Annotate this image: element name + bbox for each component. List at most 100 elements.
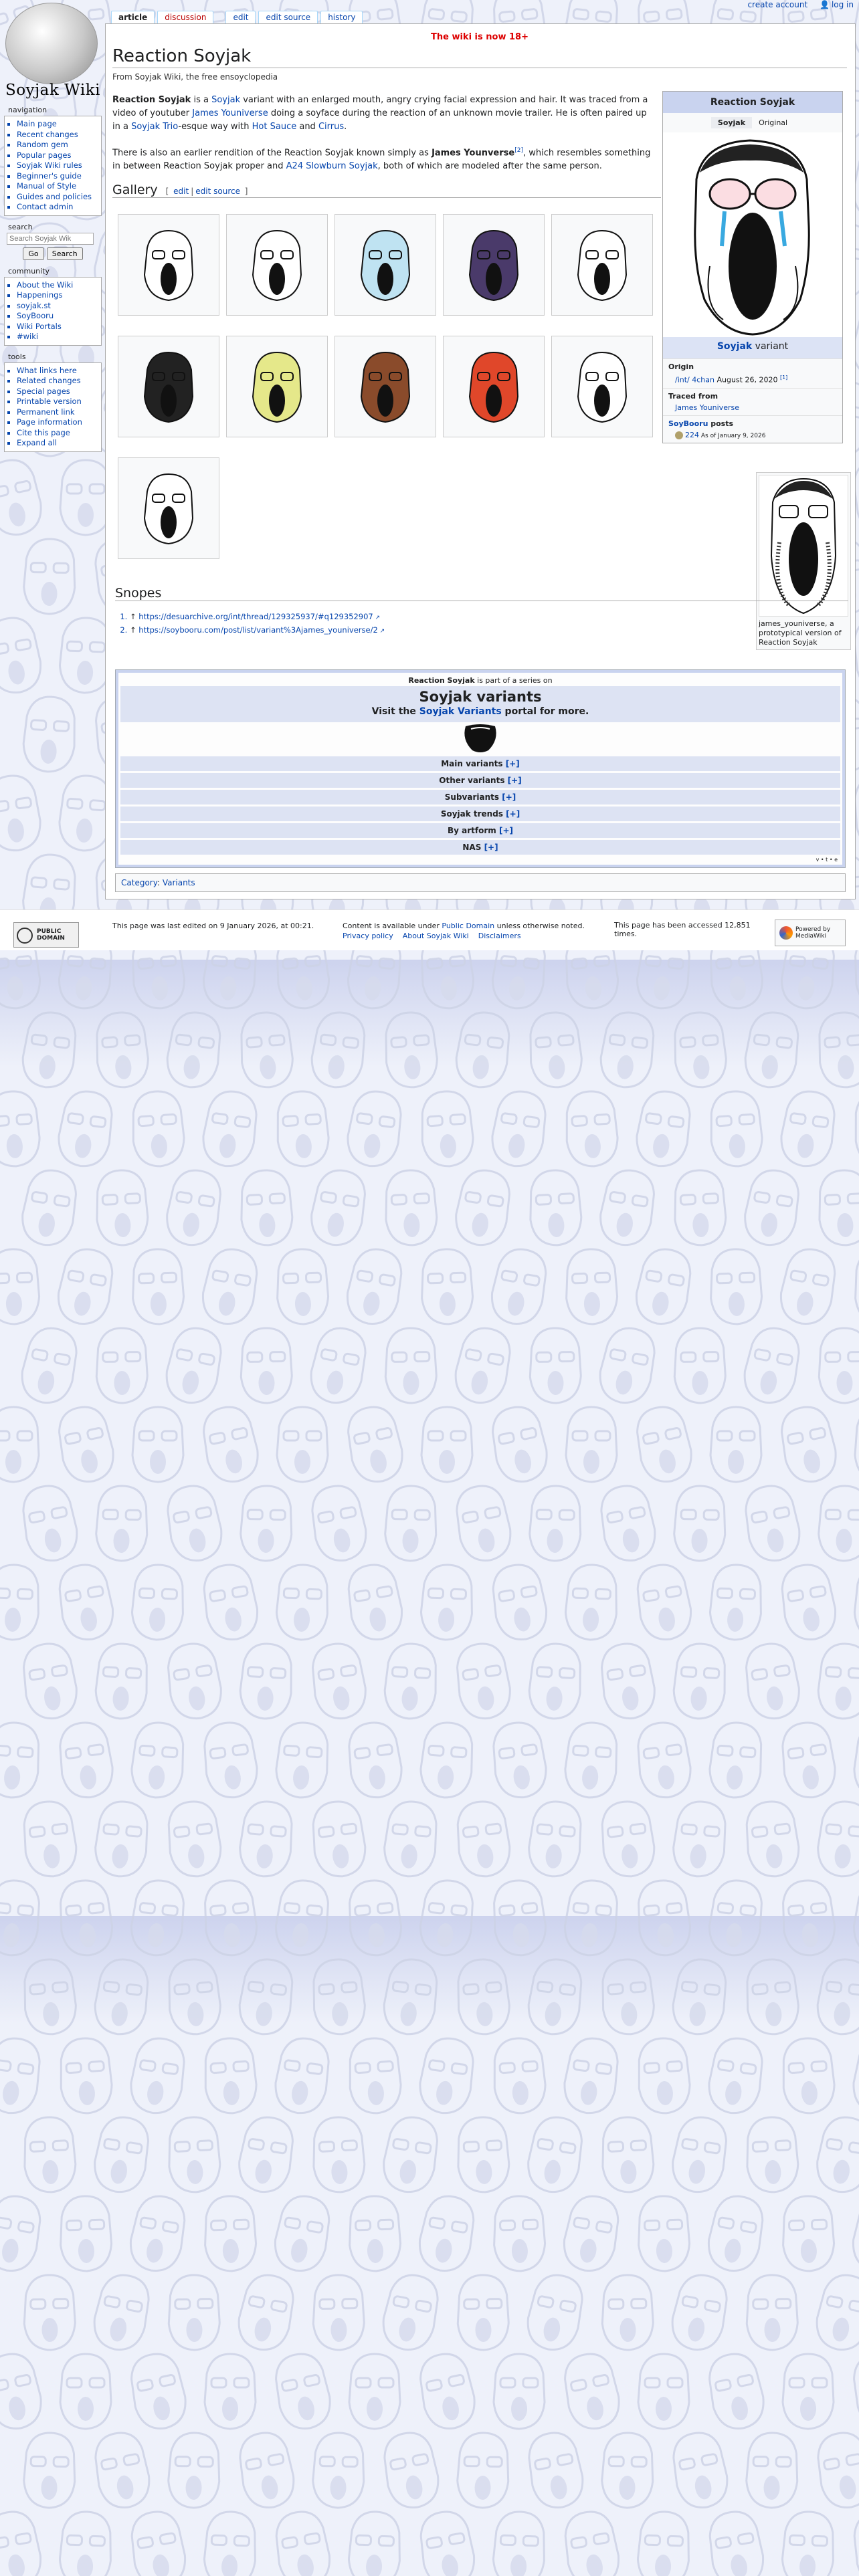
sidebar-tools-item[interactable]: Special pages [17,387,97,397]
gallery-soyjak-image [360,351,411,423]
reference-url[interactable]: https://soybooru.com/post/list/variant%3… [138,625,377,635]
gallery-item[interactable] [335,214,436,316]
public-domain-link[interactable]: Public Domain [442,922,494,930]
origin-date: August 26, 2020 [714,375,780,385]
gallery-item[interactable] [443,336,545,437]
caret-up-icon[interactable]: ↑ [130,625,138,635]
category-variants-link[interactable]: Variants [163,878,195,887]
sidebar-navigation-item[interactable]: Manual of Style [17,181,97,192]
sidebar-community-item[interactable]: Happenings [17,290,97,301]
james-youniverse-link[interactable]: James Youniverse [192,108,268,118]
tab-discussion[interactable]: discussion [157,11,214,23]
sidebar-tools-item[interactable]: Printable version [17,397,97,407]
license-a: Content is available under [343,922,442,930]
soyjak-trio-link[interactable]: Soyjak Trio [131,122,178,132]
reference-url[interactable]: https://desuarchive.org/int/thread/12932… [138,612,373,621]
sidebar-tools-item[interactable]: Expand all [17,438,97,449]
tab-edit[interactable]: edit [225,11,256,23]
soyjak-variants-portal-link[interactable]: Soyjak Variants [419,706,502,717]
sidebar-community-item[interactable]: SoyBooru [17,311,97,322]
edit-source-link[interactable]: edit source [195,187,240,196]
category-links: Category: Variants [115,873,846,892]
sidebar-navigation-item[interactable]: Beginner's guide [17,171,97,182]
navbox-series-line: Reaction Soyjak is part of a series on [120,675,840,686]
soyjak-link[interactable]: Soyjak [211,95,240,105]
gallery-item[interactable] [551,214,653,316]
expand-toggle[interactable]: [+] [502,792,516,802]
gallery-item[interactable] [551,336,653,437]
gallery-item[interactable] [335,336,436,437]
navbox-row[interactable]: Other variants [+] [120,773,840,788]
tab-edit-source[interactable]: edit source [258,11,318,23]
mediawiki-badge[interactable]: Powered by MediaWiki [775,920,846,946]
navbox-row[interactable]: Main variants [+] [120,756,840,771]
gallery-item[interactable] [226,214,328,316]
origin-site-link[interactable]: /int/ 4chan [675,376,714,385]
navbox-row[interactable]: Soyjak trends [+] [120,807,840,821]
navbox-row[interactable]: Subvariants [+] [120,790,840,804]
license-text: Content is available under Public Domain… [343,921,597,941]
create-account-link[interactable]: create account [747,0,807,9]
infobox-image[interactable] [663,132,842,337]
expand-toggle[interactable]: [+] [508,776,522,785]
public-domain-badge[interactable]: PUBLIC DOMAIN [13,922,79,948]
tab-history[interactable]: history [320,11,363,23]
soybooru-link[interactable]: SoyBooru [668,419,708,428]
search-button[interactable]: Search [46,247,83,260]
sidebar-navigation-item[interactable]: Guides and policies [17,192,97,203]
gallery-item[interactable] [118,336,219,437]
sidebar-tools-item[interactable]: What links here [17,366,97,377]
edit-link[interactable]: edit [173,187,189,196]
search-input[interactable] [7,232,94,245]
caret-up-icon[interactable]: ↑ [130,612,138,621]
go-button[interactable]: Go [23,247,44,260]
navbox-row[interactable]: NAS [+] [120,840,840,855]
gallery-item[interactable] [226,336,328,437]
gallery-item[interactable] [118,457,219,559]
navbox-row[interactable]: By artform [+] [120,823,840,838]
sidebar-navigation-item[interactable]: Main page [17,119,97,130]
cirrus-link[interactable]: Cirrus [318,122,344,132]
gallery-item[interactable] [443,214,545,316]
disclaimers-link[interactable]: Disclaimers [478,932,521,940]
reference-link[interactable]: [2] [514,147,523,154]
category-label-link[interactable]: Category [121,878,157,887]
tab-soyjak[interactable]: Soyjak [710,117,753,128]
sidebar-community-item[interactable]: soyjak.st [17,301,97,312]
sidebar-community-item[interactable]: Wiki Portals [17,322,97,332]
site-logo[interactable]: Soyjak Wiki [3,3,100,100]
tab-original[interactable]: Original [752,117,794,128]
about-link[interactable]: About Soyjak Wiki [403,932,469,940]
visit-text: Visit the [371,706,419,717]
origin-ref[interactable]: [1] [780,374,787,381]
expand-toggle[interactable]: [+] [499,826,513,835]
tab-article[interactable]: article [111,11,155,24]
vte-links[interactable]: v • t • e [120,855,840,863]
sidebar-tools-item[interactable]: Cite this page [17,428,97,439]
sidebar-navigation-item[interactable]: Popular pages [17,150,97,161]
sidebar-navigation-item[interactable]: Soyjak Wiki rules [17,160,97,171]
tools-heading: tools [8,352,26,361]
sidebar-community-item[interactable]: #wiki [17,332,97,342]
expand-toggle[interactable]: [+] [484,843,498,852]
sidebar-tools-item[interactable]: Page information [17,417,97,428]
sidebar-tools-item[interactable]: Permanent link [17,407,97,418]
privacy-policy-link[interactable]: Privacy policy [343,932,393,940]
sidebar-navigation-item[interactable]: Recent changes [17,130,97,140]
sidebar-community-item[interactable]: About the Wiki [17,280,97,291]
gallery-item[interactable] [118,214,219,316]
traced-label: Traced from [668,391,719,401]
sidebar-tools-item[interactable]: Related changes [17,376,97,387]
expand-toggle[interactable]: [+] [506,759,520,768]
soyjak-link[interactable]: Soyjak [717,341,752,352]
traced-link[interactable]: James Youniverse [675,403,739,412]
a24-slowburn-link[interactable]: A24 Slowburn Soyjak [286,161,378,171]
search-portlet: search Go Search [4,223,102,260]
sidebar-navigation-item[interactable]: Contact admin [17,202,97,213]
user-icon: 👤 [820,0,830,9]
hot-sauce-link[interactable]: Hot Sauce [252,122,297,132]
sidebar-navigation-item[interactable]: Random gem [17,140,97,150]
expand-toggle[interactable]: [+] [506,809,520,819]
posts-count-link[interactable]: 224 [685,431,699,439]
login-link[interactable]: 👤 log in [820,0,854,9]
